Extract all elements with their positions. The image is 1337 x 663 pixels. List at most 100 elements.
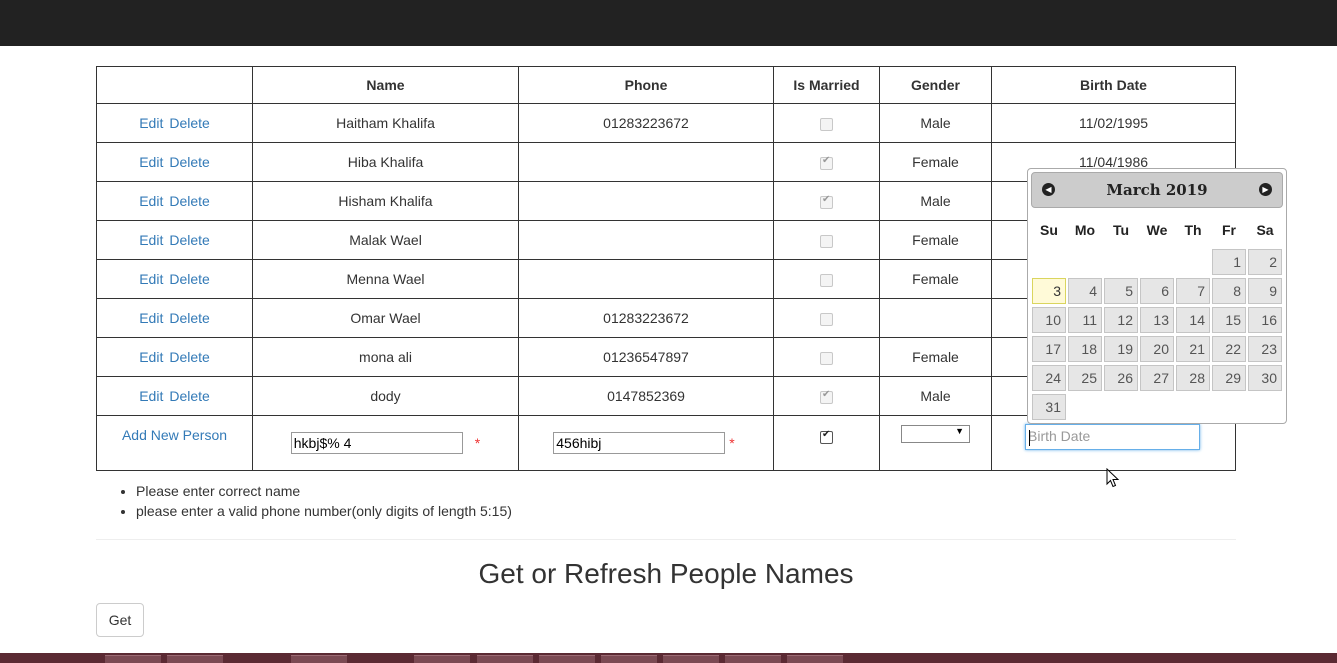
married-checkbox[interactable] xyxy=(820,429,833,444)
married-checkbox-readonly xyxy=(820,234,833,248)
cell-birth-date: 11/02/1995 xyxy=(991,103,1236,143)
day-cell[interactable]: 1 xyxy=(1212,249,1246,275)
edit-link[interactable]: Edit xyxy=(139,193,163,209)
mouse-cursor-icon xyxy=(1106,468,1120,488)
cell-name: mona ali xyxy=(252,337,519,377)
delete-link[interactable]: Delete xyxy=(169,388,209,404)
taskbar-item[interactable] xyxy=(539,655,595,663)
day-cell[interactable]: 4 xyxy=(1068,278,1102,304)
cell-gender: Female xyxy=(879,259,992,299)
next-month-icon[interactable]: ▶ xyxy=(1259,183,1272,196)
day-cell[interactable]: 21 xyxy=(1176,336,1210,362)
day-cell[interactable]: 11 xyxy=(1068,307,1102,333)
empty-day-slot xyxy=(1140,249,1174,275)
day-cell[interactable]: 26 xyxy=(1104,365,1138,391)
cell-name: Omar Wael xyxy=(252,298,519,338)
cell-gender: Male xyxy=(879,376,992,416)
cell-married xyxy=(773,103,880,143)
header-gender: Gender xyxy=(879,66,992,104)
cell-married xyxy=(773,142,880,182)
day-cell[interactable]: 12 xyxy=(1104,307,1138,333)
day-cell[interactable]: 14 xyxy=(1176,307,1210,333)
day-cell[interactable]: 19 xyxy=(1104,336,1138,362)
taskbar-item[interactable] xyxy=(291,655,347,663)
get-button[interactable]: Get xyxy=(96,603,144,637)
taskbar-item[interactable] xyxy=(167,655,223,663)
edit-link[interactable]: Edit xyxy=(139,349,163,365)
taskbar-item[interactable] xyxy=(725,655,781,663)
cell-phone xyxy=(518,142,774,182)
day-cell[interactable]: 3 xyxy=(1032,278,1066,304)
day-cell[interactable]: 2 xyxy=(1248,249,1282,275)
phone-input[interactable] xyxy=(553,432,726,454)
datepicker-popup: ◀ March 2019 ▶ Su Mo Tu We Th Fr Sa 1234567891… xyxy=(1027,168,1287,424)
delete-link[interactable]: Delete xyxy=(169,310,209,326)
datepicker-header: ◀ March 2019 ▶ xyxy=(1031,172,1283,208)
name-required-marker: * xyxy=(474,435,481,451)
gender-select[interactable]: ▼ xyxy=(901,425,970,444)
edit-link[interactable]: Edit xyxy=(139,388,163,404)
row-actions: Edit Delete xyxy=(96,298,253,338)
day-cell[interactable]: 16 xyxy=(1248,307,1282,333)
married-checkbox-readonly xyxy=(820,389,833,404)
day-cell[interactable]: 7 xyxy=(1176,278,1210,304)
taskbar-item[interactable] xyxy=(601,655,657,663)
edit-link[interactable]: Edit xyxy=(139,310,163,326)
day-cell[interactable]: 5 xyxy=(1104,278,1138,304)
edit-link[interactable]: Edit xyxy=(139,154,163,170)
cell-married xyxy=(773,298,880,338)
row-actions: Edit Delete xyxy=(96,103,253,143)
cell-name: Malak Wael xyxy=(252,220,519,260)
day-cell[interactable]: 18 xyxy=(1068,336,1102,362)
day-cell[interactable]: 8 xyxy=(1212,278,1246,304)
delete-link[interactable]: Delete xyxy=(169,115,209,131)
name-input-cell: * xyxy=(252,415,519,471)
day-cell[interactable]: 24 xyxy=(1032,365,1066,391)
datepicker-title: March 2019 xyxy=(1106,181,1208,199)
taskbar-item[interactable] xyxy=(105,655,161,663)
day-cell[interactable]: 28 xyxy=(1176,365,1210,391)
day-cell[interactable]: 30 xyxy=(1248,365,1282,391)
married-checkbox-readonly xyxy=(820,351,833,365)
day-cell[interactable]: 23 xyxy=(1248,336,1282,362)
day-cell[interactable]: 15 xyxy=(1212,307,1246,333)
prev-month-icon[interactable]: ◀ xyxy=(1042,183,1055,196)
day-cell[interactable]: 20 xyxy=(1140,336,1174,362)
add-new-person-link[interactable]: Add New Person xyxy=(122,427,227,443)
taskbar-item[interactable] xyxy=(663,655,719,663)
day-cell[interactable]: 6 xyxy=(1140,278,1174,304)
edit-link[interactable]: Edit xyxy=(139,271,163,287)
taskbar-item[interactable] xyxy=(414,655,470,663)
row-actions: Edit Delete xyxy=(96,259,253,299)
day-cell[interactable]: 27 xyxy=(1140,365,1174,391)
day-cell[interactable]: 9 xyxy=(1248,278,1282,304)
day-cell[interactable]: 22 xyxy=(1212,336,1246,362)
cell-phone xyxy=(518,259,774,299)
day-cell[interactable]: 17 xyxy=(1032,336,1066,362)
edit-link[interactable]: Edit xyxy=(139,115,163,131)
delete-link[interactable]: Delete xyxy=(169,232,209,248)
cell-gender: Female xyxy=(879,220,992,260)
day-cell[interactable]: 29 xyxy=(1212,365,1246,391)
edit-link[interactable]: Edit xyxy=(139,232,163,248)
delete-link[interactable]: Delete xyxy=(169,349,209,365)
taskbar-item[interactable] xyxy=(477,655,533,663)
phone-required-marker: * xyxy=(729,435,735,451)
weekday-label: We xyxy=(1146,222,1168,238)
cell-name: Menna Wael xyxy=(252,259,519,299)
taskbar-item[interactable] xyxy=(787,655,843,663)
cell-phone xyxy=(518,181,774,221)
day-cell[interactable]: 31 xyxy=(1032,394,1066,420)
day-cell[interactable]: 25 xyxy=(1068,365,1102,391)
cell-name: Hisham Khalifa xyxy=(252,181,519,221)
birth-date-input[interactable]: Birth Date xyxy=(1025,424,1200,450)
day-cell[interactable]: 10 xyxy=(1032,307,1066,333)
day-cell[interactable]: 13 xyxy=(1140,307,1174,333)
row-actions: Edit Delete xyxy=(96,142,253,182)
delete-link[interactable]: Delete xyxy=(169,193,209,209)
name-input[interactable] xyxy=(290,432,463,454)
row-actions: Edit Delete xyxy=(96,220,253,260)
cell-name: Haitham Khalifa xyxy=(252,103,519,143)
delete-link[interactable]: Delete xyxy=(169,271,209,287)
delete-link[interactable]: Delete xyxy=(169,154,209,170)
